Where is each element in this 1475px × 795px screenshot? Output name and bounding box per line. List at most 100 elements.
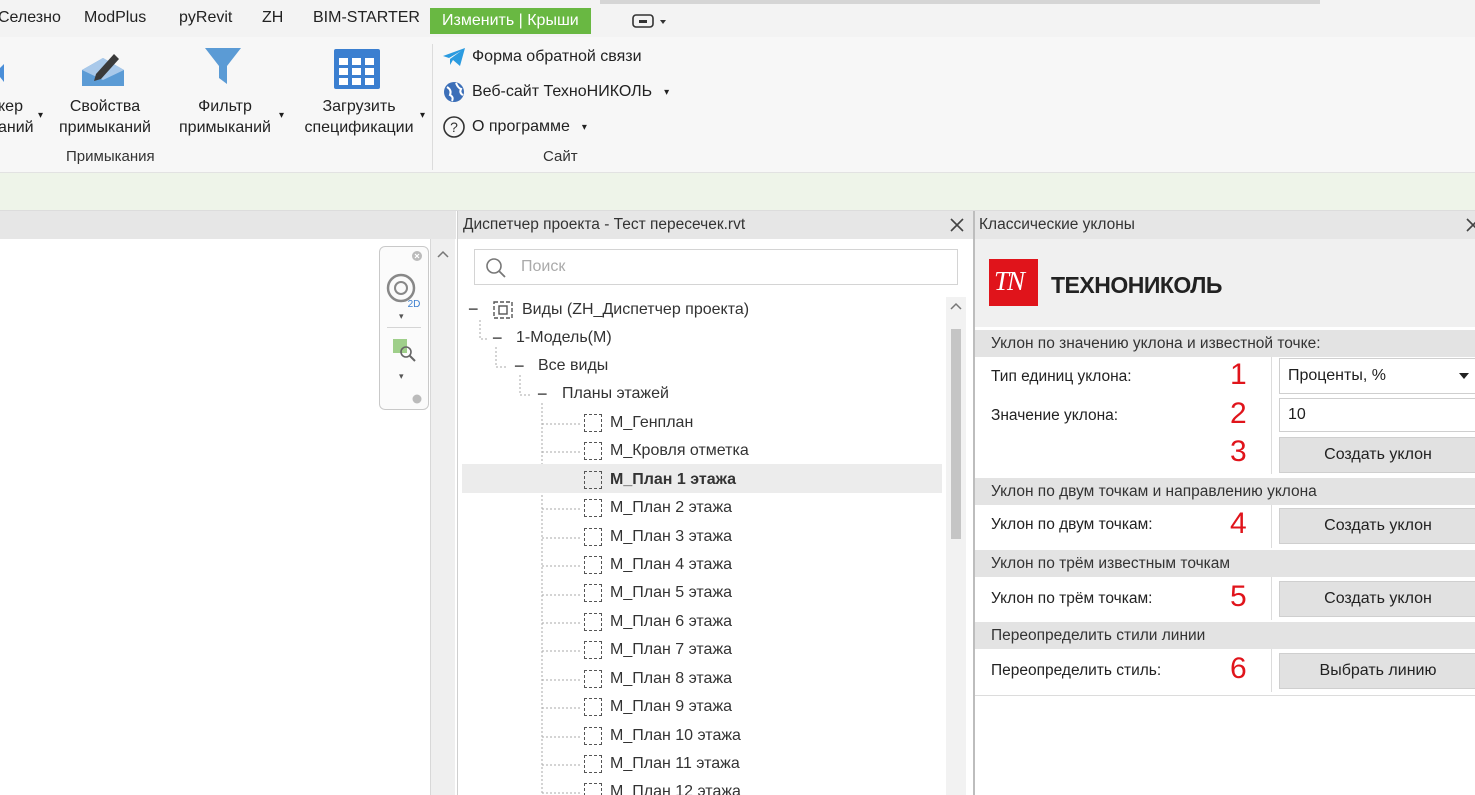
search-placeholder: Поиск: [521, 258, 566, 275]
drawing-area[interactable]: [0, 239, 430, 795]
tree-floor-plans[interactable]: Планы этажей: [562, 385, 669, 403]
tab-zhelezno[interactable]: Селезно: [0, 9, 61, 27]
project-browser-search[interactable]: Поиск: [474, 249, 958, 285]
tree-view-label: М_План 1 этажа: [610, 471, 737, 488]
website-dropdown-icon[interactable]: ▾: [664, 87, 669, 98]
about-dropdown-icon[interactable]: ▾: [582, 122, 587, 133]
tree-view-item[interactable]: М_План 7 этажа: [584, 641, 732, 659]
tree-view-item[interactable]: М_План 2 этажа: [584, 499, 732, 517]
tree-view-item[interactable]: М_Кровля отметка: [584, 442, 749, 460]
load-schedules-button[interactable]: Загрузить спецификации: [300, 96, 418, 138]
about-button[interactable]: ? О программе ▾: [442, 115, 587, 139]
section-header-label: Уклон по значению уклона и известной точ…: [991, 335, 1321, 352]
tree-view-item[interactable]: М_План 12 этажа: [584, 783, 741, 795]
tree-view-label: М_План 6 этажа: [610, 613, 733, 630]
filter-button[interactable]: Фильтр примыканий: [172, 96, 278, 138]
scroll-up-icon[interactable]: [949, 301, 963, 311]
collapse-icon[interactable]: −: [537, 384, 548, 405]
callout-number: 3: [1230, 435, 1247, 468]
collapse-icon[interactable]: −: [468, 299, 479, 320]
section-header-label: Переопределить стили линии: [991, 627, 1206, 644]
create-slope-button-3[interactable]: Создать уклон: [1279, 581, 1475, 617]
project-browser-titlebar: Диспетчер проекта - Тест пересечек.rvt: [458, 211, 973, 239]
tab-modplus[interactable]: ModPlus: [84, 9, 146, 27]
website-label: Веб-сайт ТехноНИКОЛЬ: [472, 83, 653, 100]
scroll-up-icon[interactable]: [436, 249, 450, 259]
scrollbar-thumb[interactable]: [951, 329, 961, 539]
unit-type-value: Проценты, %: [1288, 367, 1386, 384]
tree-model[interactable]: 1-Модель(М): [516, 329, 612, 347]
views-root-icon: [493, 301, 513, 319]
tree-view-label: М_План 4 этажа: [610, 556, 733, 573]
partial-ribbon-button[interactable]: кер аний: [0, 96, 34, 138]
tree-root-label: Виды (ZH_Диспетчер проекта): [522, 301, 750, 318]
collapse-icon[interactable]: −: [492, 328, 503, 349]
panel-toggle-icon[interactable]: [632, 13, 672, 34]
tab-modify-roofs[interactable]: Изменить | Крыши: [430, 8, 591, 34]
filter-button-line2: примыканий: [179, 119, 271, 136]
website-button[interactable]: Веб-сайт ТехноНИКОЛЬ ▾: [442, 81, 669, 103]
close-icon[interactable]: [949, 217, 965, 233]
close-navbar-icon[interactable]: [410, 249, 424, 263]
svg-text:?: ?: [450, 119, 458, 135]
three-points-label: Уклон по трём точкам:: [991, 590, 1153, 607]
tree-model-label: 1-Модель(М): [516, 329, 612, 346]
zoom-region-icon[interactable]: [391, 337, 417, 363]
tree-view-label: М_Кровля отметка: [610, 442, 749, 459]
about-label: О программе: [472, 118, 570, 135]
classic-slopes-titlebar: Классические уклоны: [975, 211, 1475, 239]
callout-number: 4: [1230, 507, 1247, 540]
navbar-options-icon[interactable]: [411, 393, 423, 405]
feedback-form-button[interactable]: Форма обратной связи: [442, 47, 642, 67]
tree-view-item[interactable]: М_План 11 этажа: [584, 755, 740, 773]
tab-bim-starter[interactable]: BIM-STARTER: [313, 9, 420, 27]
filter-button-line1: Фильтр: [198, 98, 252, 115]
table-grid-icon: [333, 48, 381, 95]
floor-plan-view-icon: [584, 783, 602, 795]
tree-view-item[interactable]: М_План 8 этажа: [584, 670, 732, 688]
pick-line-button[interactable]: Выбрать линию: [1279, 653, 1475, 689]
tree-view-item[interactable]: М_План 6 этажа: [584, 613, 732, 631]
section-header-label: Уклон по трём известным точкам: [991, 555, 1231, 572]
slope-value-text: 10: [1288, 406, 1306, 423]
floor-plan-view-icon: [584, 670, 602, 688]
unit-type-label: Тип единиц уклона:: [991, 368, 1132, 385]
unit-type-select[interactable]: Проценты, %: [1279, 358, 1475, 394]
properties-button[interactable]: Свойства примыканий: [53, 96, 157, 138]
create-slope-button-2[interactable]: Создать уклон: [1279, 508, 1475, 544]
column-divider: [1271, 649, 1272, 692]
drawing-scrollbar[interactable]: [430, 239, 455, 795]
tree-view-item[interactable]: М_План 10 этажа: [584, 727, 741, 745]
tree-view-item[interactable]: М_Генплан: [584, 414, 693, 432]
partial-ribbon-icon[interactable]: [0, 52, 8, 97]
view-tab-strip: [0, 211, 456, 239]
tree-view-item-selected[interactable]: М_План 1 этажа: [584, 471, 736, 489]
tree-view-item[interactable]: М_План 5 этажа: [584, 584, 732, 602]
tab-pyrevit[interactable]: pyRevit: [179, 9, 232, 27]
tree-view-item[interactable]: М_План 9 этажа: [584, 698, 732, 716]
tree-root-views[interactable]: Виды (ZH_Диспетчер проекта): [492, 300, 749, 320]
schedules-dropdown-icon[interactable]: ▾: [420, 110, 425, 121]
zoom-dropdown-icon[interactable]: ▾: [399, 371, 404, 382]
tree-view-item[interactable]: М_План 4 этажа: [584, 556, 732, 574]
close-icon[interactable]: [1465, 217, 1475, 233]
slope-value-input[interactable]: 10: [1279, 398, 1475, 432]
floor-plan-view-icon: [584, 471, 602, 489]
tree-view-item[interactable]: М_План 3 этажа: [584, 528, 732, 546]
logo-mark: TN: [994, 266, 1025, 296]
collapse-icon[interactable]: −: [514, 356, 525, 377]
tree-all-views[interactable]: Все виды: [538, 357, 608, 375]
classic-slopes-panel: Классические уклоны TN ТЕХНОНИКОЛЬ Уклон…: [973, 211, 1475, 795]
steering-wheel-2d-icon[interactable]: 2D: [384, 271, 424, 311]
dropdown-arrow-icon[interactable]: ▾: [38, 110, 43, 121]
tab-zh[interactable]: ZH: [262, 9, 283, 27]
floor-plan-view-icon: [584, 755, 602, 773]
tree-view-label: М_План 9 этажа: [610, 698, 733, 715]
panel-divider: [975, 695, 1475, 696]
wheel-dropdown-icon[interactable]: ▾: [399, 311, 404, 322]
create-slope-button-1[interactable]: Создать уклон: [1279, 437, 1475, 473]
logo-area: TN ТЕХНОНИКОЛЬ: [975, 239, 1475, 327]
filter-dropdown-icon[interactable]: ▾: [279, 110, 284, 121]
ribbon-group-divider: [432, 44, 433, 170]
chevron-down-icon: [1459, 373, 1469, 379]
